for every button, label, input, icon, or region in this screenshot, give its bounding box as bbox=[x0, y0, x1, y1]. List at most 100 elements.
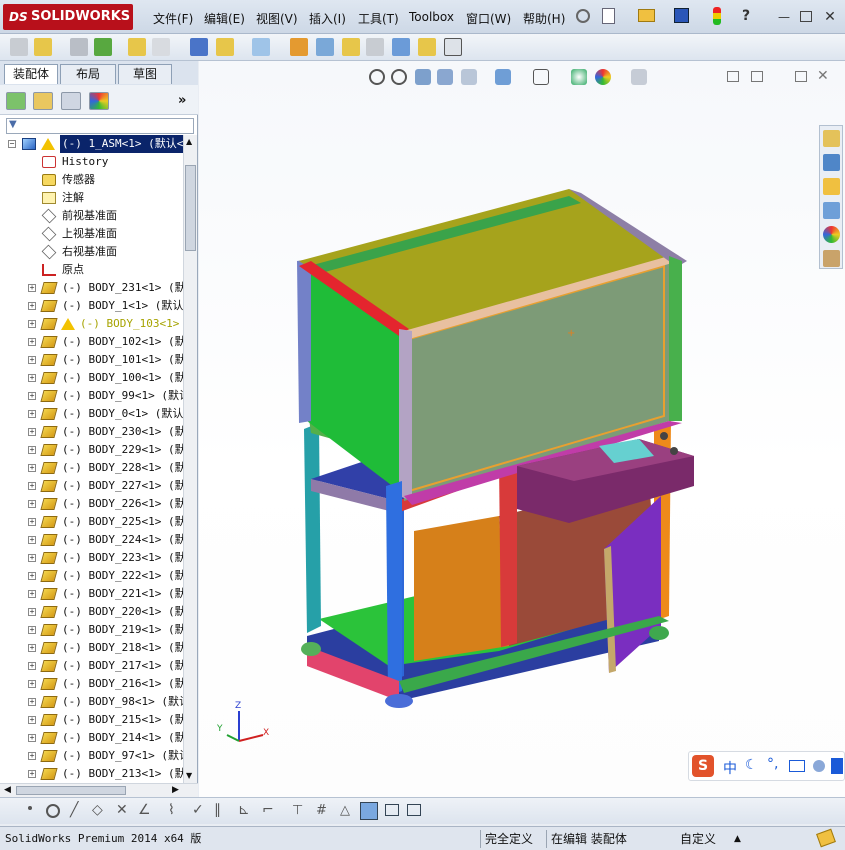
insert-component-icon[interactable] bbox=[34, 38, 52, 56]
design-library-icon[interactable] bbox=[823, 154, 840, 171]
expand-icon[interactable]: + bbox=[28, 302, 36, 310]
expand-icon[interactable]: + bbox=[28, 338, 36, 346]
menu-window[interactable]: 窗口(W) bbox=[466, 10, 511, 27]
tree-item-part[interactable]: + (-) BODY_215<1> (默认 bbox=[0, 711, 183, 729]
expand-icon[interactable]: + bbox=[28, 500, 36, 508]
tree-item-part[interactable]: + (-) BODY_101<1> (默认 bbox=[0, 351, 183, 369]
tree-item-part[interactable]: + (-) BODY_230<1> (默认 bbox=[0, 423, 183, 441]
scroll-left-icon[interactable]: ◀ bbox=[4, 785, 11, 795]
scroll-up-icon[interactable]: ▲ bbox=[186, 137, 192, 146]
custom-properties-icon[interactable] bbox=[823, 250, 840, 267]
assembly-icon[interactable] bbox=[10, 38, 28, 56]
expand-icon[interactable]: + bbox=[28, 662, 36, 670]
display-manager-icon[interactable] bbox=[89, 92, 109, 110]
tree-item-part[interactable]: + (-) BODY_102<1> (默认 bbox=[0, 333, 183, 351]
expand-icon[interactable]: + bbox=[28, 608, 36, 616]
tree-item-part[interactable]: + (-) BODY_218<1> (默认 bbox=[0, 639, 183, 657]
help-question-icon[interactable]: ? bbox=[742, 8, 750, 24]
menu-tools[interactable]: 工具(T) bbox=[358, 10, 399, 27]
tree-item-plane[interactable]: 前视基准面 bbox=[0, 207, 183, 225]
tree-item-origin[interactable]: 原点 bbox=[0, 261, 183, 279]
linear-pattern-icon[interactable] bbox=[94, 38, 112, 56]
rebuild-traffic-light-icon[interactable] bbox=[713, 7, 721, 25]
angle-snap-icon[interactable]: △ bbox=[340, 803, 350, 818]
expand-icon[interactable]: + bbox=[28, 284, 36, 292]
tree-item-part[interactable]: + (-) BODY_99<1> (默认 bbox=[0, 387, 183, 405]
pin-icon[interactable] bbox=[576, 9, 590, 23]
expand-icon[interactable]: + bbox=[28, 554, 36, 562]
tab-sketch[interactable]: 草图 bbox=[118, 64, 172, 84]
tree-item-part[interactable]: + (-) BODY_0<1> (默认< bbox=[0, 405, 183, 423]
expand-icon[interactable]: + bbox=[28, 320, 36, 328]
collapse-icon[interactable]: − bbox=[8, 140, 16, 148]
tangent-icon[interactable]: ⌇ bbox=[168, 802, 175, 818]
expand-icon[interactable]: + bbox=[28, 428, 36, 436]
clearance-verification-icon[interactable] bbox=[418, 38, 436, 56]
tree-item-part[interactable]: + (-) BODY_221<1> (默认 bbox=[0, 585, 183, 603]
scroll-down-icon[interactable]: ▼ bbox=[186, 771, 192, 780]
line-icon[interactable]: ╱ bbox=[70, 802, 78, 818]
tree-item-part[interactable]: + (-) BODY_231<1> (默认 bbox=[0, 279, 183, 297]
assembly-features-icon[interactable] bbox=[216, 38, 234, 56]
open-folder-icon[interactable] bbox=[638, 9, 655, 22]
expand-icon[interactable]: + bbox=[28, 374, 36, 382]
tree-item-plane[interactable]: 右视基准面 bbox=[0, 243, 183, 261]
punctuation-icon[interactable]: °, bbox=[767, 756, 778, 772]
scroll-thumb[interactable] bbox=[185, 165, 196, 251]
solidworks-logo[interactable]: DS SOLIDWORKS bbox=[3, 4, 133, 30]
relation-icon[interactable]: ⌐ bbox=[262, 802, 274, 818]
tree-item-part[interactable]: + (-) BODY_217<1> (默认 bbox=[0, 657, 183, 675]
trim-icon[interactable]: ✕ bbox=[116, 802, 128, 818]
tree-item-part[interactable]: + (-) BODY_225<1> (默认 bbox=[0, 513, 183, 531]
single-view-icon[interactable] bbox=[385, 804, 399, 816]
keyboard-icon[interactable] bbox=[789, 760, 805, 772]
tree-vertical-scrollbar[interactable]: ▲ ▼ bbox=[183, 135, 197, 785]
tree-item-annotation[interactable]: 注解 bbox=[0, 189, 183, 207]
expand-icon[interactable]: + bbox=[28, 716, 36, 724]
expand-icon[interactable]: + bbox=[28, 734, 36, 742]
tree-item-part[interactable]: + (-) BODY_228<1> (默认 bbox=[0, 459, 183, 477]
new-motion-study-icon[interactable] bbox=[290, 38, 308, 56]
instant3d-icon[interactable] bbox=[444, 38, 462, 56]
tree-item-plane[interactable]: 上视基准面 bbox=[0, 225, 183, 243]
explode-line-sketch-icon[interactable] bbox=[366, 38, 384, 56]
four-view-icon[interactable] bbox=[407, 804, 421, 816]
tag-icon[interactable] bbox=[816, 828, 836, 848]
tree-root-assembly[interactable]: − (-) 1_ASM<1> (默认<默 bbox=[0, 135, 183, 153]
feature-manager-icon[interactable] bbox=[6, 92, 26, 110]
ime-toolbar[interactable]: S 中 ☾ °, bbox=[688, 751, 845, 781]
expand-icon[interactable]: + bbox=[28, 644, 36, 652]
scroll-right-icon[interactable]: ▶ bbox=[172, 785, 179, 795]
expand-icon[interactable]: + bbox=[28, 698, 36, 706]
tree-item-part[interactable]: + (-) BODY_97<1> (默认 bbox=[0, 747, 183, 765]
point-icon[interactable] bbox=[28, 806, 32, 810]
expand-icon[interactable]: + bbox=[28, 590, 36, 598]
expand-icon[interactable]: + bbox=[28, 482, 36, 490]
expand-icon[interactable]: + bbox=[28, 446, 36, 454]
property-manager-icon[interactable] bbox=[33, 92, 53, 110]
new-document-icon[interactable] bbox=[602, 8, 615, 24]
angle-icon[interactable]: ∠ bbox=[138, 802, 151, 818]
user-icon[interactable] bbox=[813, 760, 825, 772]
menu-help[interactable]: 帮助(H) bbox=[523, 10, 565, 27]
tree-item-part[interactable]: + (-) BODY_223<1> (默认 bbox=[0, 549, 183, 567]
tree-item-sensor[interactable]: 传感器 bbox=[0, 171, 183, 189]
reference-geometry-icon[interactable] bbox=[252, 38, 270, 56]
interference-detection-icon[interactable] bbox=[392, 38, 410, 56]
tree-item-part[interactable]: + (-) BODY_229<1> (默认 bbox=[0, 441, 183, 459]
menu-view[interactable]: 视图(V) bbox=[256, 10, 298, 27]
expand-icon[interactable]: + bbox=[28, 770, 36, 778]
isometric-view-icon[interactable] bbox=[360, 802, 378, 820]
tree-item-part[interactable]: + (-) BODY_100<1> (默认 bbox=[0, 369, 183, 387]
tree-item-part[interactable]: + (-) BODY_98<1> (默认 bbox=[0, 693, 183, 711]
tree-item-part[interactable]: + (-) BODY_224<1> (默认 bbox=[0, 531, 183, 549]
expand-icon[interactable]: + bbox=[28, 518, 36, 526]
tree-item-part[interactable]: + (-) BODY_219<1> (默认 bbox=[0, 621, 183, 639]
units-dropdown-icon[interactable]: ▲ bbox=[734, 830, 741, 848]
tree-item-part[interactable]: + (-) BODY_103<1> ( bbox=[0, 315, 183, 333]
menu-insert[interactable]: 插入(I) bbox=[309, 10, 346, 27]
configuration-manager-icon[interactable] bbox=[61, 92, 81, 110]
status-units[interactable]: 自定义 bbox=[680, 830, 716, 848]
tree-item-history[interactable]: History bbox=[0, 153, 183, 171]
appearances-icon[interactable] bbox=[823, 226, 840, 243]
